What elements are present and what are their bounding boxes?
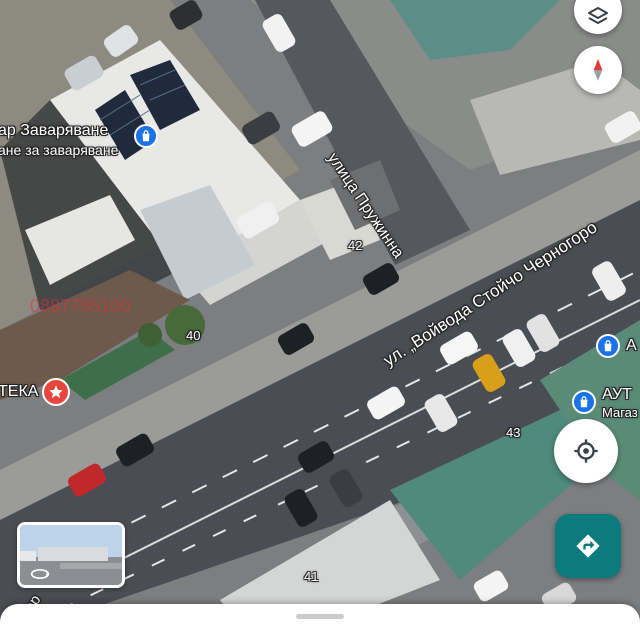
street-view-thumbnail[interactable] bbox=[17, 522, 125, 588]
poi-label-welding-sub: ане за заваряване bbox=[0, 142, 119, 158]
directions-icon bbox=[576, 534, 600, 558]
poi-label-auto-sub: Магаз bbox=[602, 405, 638, 420]
poi-label-auto[interactable]: АУТ bbox=[602, 386, 632, 404]
house-number-41: 41 bbox=[304, 569, 319, 584]
directions-button[interactable] bbox=[555, 514, 621, 578]
poi-shop-pin-auto[interactable] bbox=[572, 390, 596, 414]
bottom-sheet[interactable] bbox=[0, 604, 640, 634]
shopping-bag-icon bbox=[604, 340, 612, 352]
shopping-bag-icon bbox=[580, 396, 588, 408]
poi-welding-name: ар Заваряване bbox=[0, 122, 109, 139]
my-location-button[interactable] bbox=[554, 419, 618, 483]
poi-shop-pin-welding[interactable] bbox=[134, 124, 158, 148]
house-number-42: 42 bbox=[348, 238, 363, 253]
drag-handle[interactable] bbox=[296, 614, 344, 619]
poi-shop-pin-a[interactable] bbox=[596, 334, 620, 358]
phone-watermark: 0887795100 bbox=[30, 296, 131, 316]
poi-star-pin[interactable] bbox=[42, 378, 70, 406]
poi-label-welding[interactable]: ар Заваряване bbox=[0, 122, 108, 140]
star-icon bbox=[49, 385, 63, 399]
poi-pharmacy-name: ТЕКА bbox=[0, 383, 39, 400]
compass-button[interactable] bbox=[574, 46, 622, 94]
poi-label-a[interactable]: А bbox=[626, 337, 637, 355]
house-number-40: 40 bbox=[186, 328, 201, 343]
house-number-43: 43 bbox=[506, 425, 521, 440]
layers-icon bbox=[588, 7, 608, 24]
shopping-bag-icon bbox=[142, 130, 150, 142]
my-location-icon bbox=[574, 439, 598, 463]
360-rotate-icon bbox=[30, 567, 50, 581]
poi-label-pharmacy[interactable]: ТЕКА bbox=[0, 383, 38, 401]
compass-icon bbox=[593, 59, 603, 81]
